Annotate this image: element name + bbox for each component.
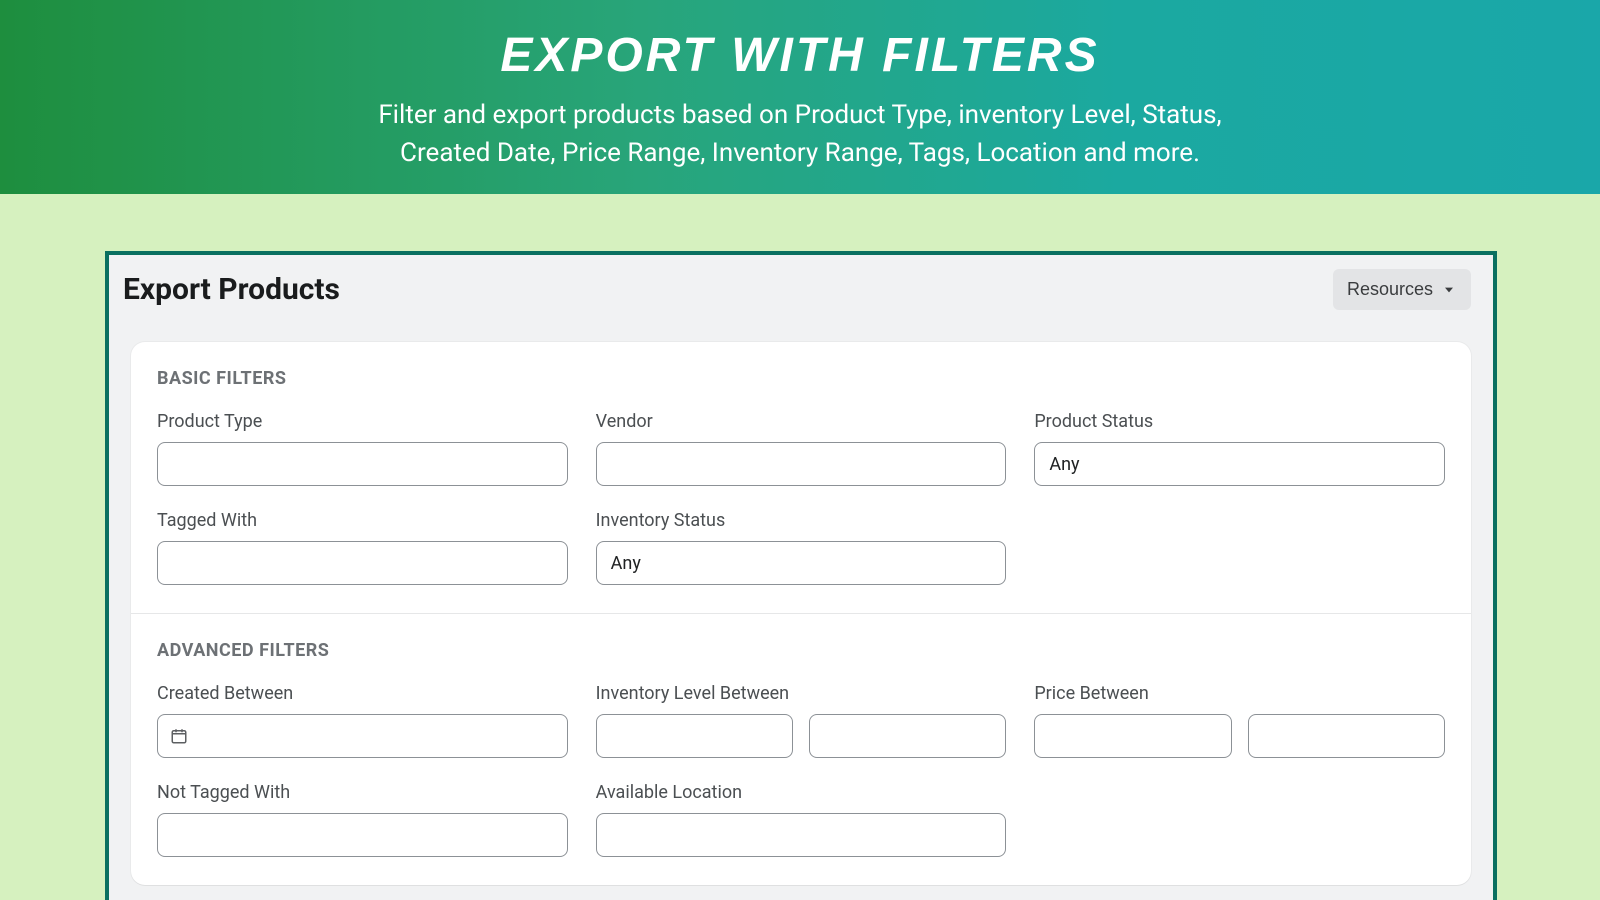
page-title: Export Products — [123, 272, 340, 307]
not-tagged-with-field: Not Tagged With — [157, 782, 568, 857]
tagged-with-input[interactable] — [157, 541, 568, 585]
hero-subtitle: Filter and export products based on Prod… — [378, 97, 1221, 172]
chevron-down-icon — [1441, 282, 1457, 298]
inventory-status-field: Inventory Status Any — [596, 510, 1007, 585]
calendar-icon — [170, 727, 188, 745]
created-between-label: Created Between — [157, 683, 568, 704]
hero-subtitle-line1: Filter and export products based on Prod… — [378, 100, 1221, 130]
resources-label: Resources — [1347, 279, 1433, 300]
app-frame: Export Products Resources BASIC FILTERS … — [105, 251, 1497, 900]
product-status-value: Any — [1049, 454, 1079, 475]
hero-banner: EXPORT WITH FILTERS Filter and export pr… — [0, 0, 1600, 194]
vendor-field: Vendor — [596, 411, 1007, 486]
price-between-label: Price Between — [1034, 683, 1445, 704]
inventory-status-value: Any — [611, 553, 641, 574]
filters-card: BASIC FILTERS Product Type Vendor Produc… — [131, 342, 1471, 885]
hero-subtitle-line2: Created Date, Price Range, Inventory Ran… — [400, 138, 1200, 168]
created-between-input[interactable] — [157, 714, 568, 758]
basic-filters-title: BASIC FILTERS — [157, 368, 1445, 389]
not-tagged-with-label: Not Tagged With — [157, 782, 568, 803]
product-type-input[interactable] — [157, 442, 568, 486]
tagged-with-label: Tagged With — [157, 510, 568, 531]
price-between-field: Price Between — [1034, 683, 1445, 758]
resources-dropdown[interactable]: Resources — [1333, 269, 1471, 310]
page-header: Export Products Resources — [109, 255, 1493, 310]
product-type-field: Product Type — [157, 411, 568, 486]
vendor-input[interactable] — [596, 442, 1007, 486]
product-type-label: Product Type — [157, 411, 568, 432]
advanced-filters-title: ADVANCED FILTERS — [157, 640, 1445, 661]
created-between-field: Created Between — [157, 683, 568, 758]
available-location-input[interactable] — [596, 813, 1007, 857]
price-to-input[interactable] — [1248, 714, 1445, 758]
inventory-status-select[interactable]: Any — [596, 541, 1007, 585]
inventory-level-to-input[interactable] — [809, 714, 1006, 758]
inventory-status-label: Inventory Status — [596, 510, 1007, 531]
available-location-field: Available Location — [596, 782, 1007, 857]
hero-title: EXPORT WITH FILTERS — [500, 28, 1099, 83]
tagged-with-field: Tagged With — [157, 510, 568, 585]
inventory-level-between-label: Inventory Level Between — [596, 683, 1007, 704]
advanced-filters-section: ADVANCED FILTERS Created Between Invento… — [131, 613, 1471, 885]
available-location-label: Available Location — [596, 782, 1007, 803]
not-tagged-with-input[interactable] — [157, 813, 568, 857]
product-status-select[interactable]: Any — [1034, 442, 1445, 486]
product-status-field: Product Status Any — [1034, 411, 1445, 486]
price-from-input[interactable] — [1034, 714, 1231, 758]
product-status-label: Product Status — [1034, 411, 1445, 432]
vendor-label: Vendor — [596, 411, 1007, 432]
inventory-level-between-field: Inventory Level Between — [596, 683, 1007, 758]
basic-filters-section: BASIC FILTERS Product Type Vendor Produc… — [131, 342, 1471, 613]
inventory-level-from-input[interactable] — [596, 714, 793, 758]
